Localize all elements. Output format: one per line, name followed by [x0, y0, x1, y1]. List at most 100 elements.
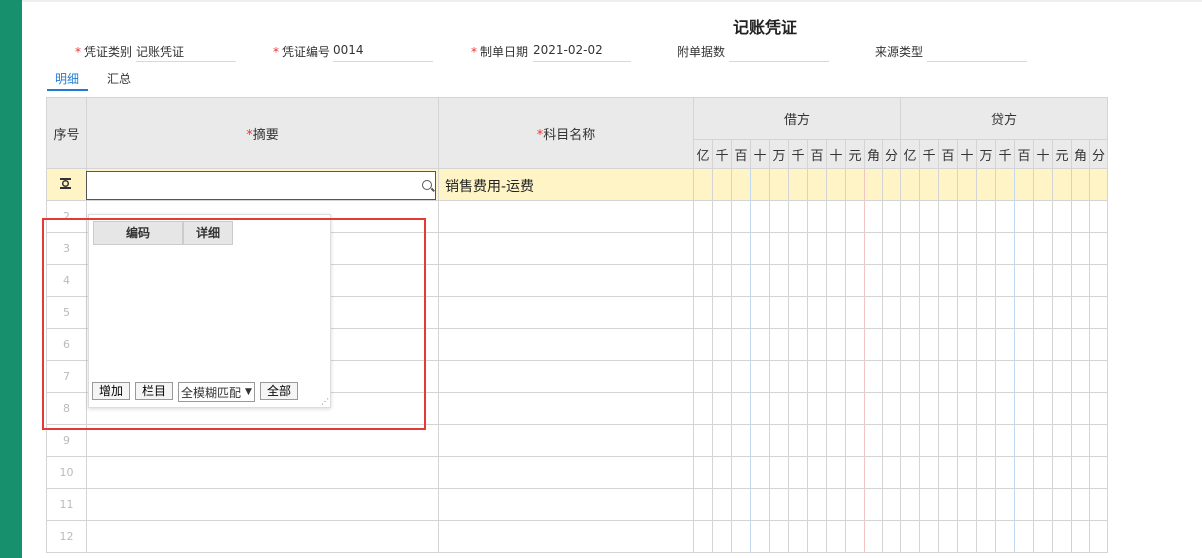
- add-button[interactable]: 增加: [92, 382, 131, 400]
- debit-amount-cell[interactable]: [826, 200, 846, 233]
- popup-col-detail[interactable]: 详细: [183, 221, 233, 245]
- credit-amount-cell[interactable]: [1033, 168, 1053, 201]
- credit-amount-cell[interactable]: [1033, 488, 1053, 521]
- voucher-number-input[interactable]: 0014: [333, 43, 433, 62]
- debit-amount-cell[interactable]: [731, 520, 751, 553]
- voucher-type-input[interactable]: 记账凭证: [136, 43, 236, 62]
- credit-amount-cell[interactable]: [900, 392, 920, 425]
- date-field[interactable]: * 制单日期 2021-02-02: [471, 43, 631, 62]
- credit-amount-cell[interactable]: [919, 264, 939, 297]
- debit-amount-cell[interactable]: [712, 456, 732, 489]
- debit-amount-cell[interactable]: [864, 488, 883, 521]
- credit-amount-cell[interactable]: [995, 328, 1015, 361]
- debit-amount-cell[interactable]: [788, 456, 808, 489]
- credit-amount-cell[interactable]: [1089, 520, 1108, 553]
- debit-amount-cell[interactable]: [807, 360, 827, 393]
- debit-amount-cell[interactable]: [750, 168, 770, 201]
- credit-amount-cell[interactable]: [1033, 232, 1053, 265]
- credit-amount-cell[interactable]: [1071, 200, 1090, 233]
- credit-amount-cell[interactable]: [919, 200, 939, 233]
- debit-amount-cell[interactable]: [826, 520, 846, 553]
- credit-amount-cell[interactable]: [919, 168, 939, 201]
- credit-amount-cell[interactable]: [957, 456, 977, 489]
- debit-amount-cell[interactable]: [882, 232, 901, 265]
- credit-amount-cell[interactable]: [919, 392, 939, 425]
- credit-amount-cell[interactable]: [900, 488, 920, 521]
- debit-amount-cell[interactable]: [845, 264, 865, 297]
- debit-amount-cell[interactable]: [769, 488, 789, 521]
- credit-amount-cell[interactable]: [1089, 456, 1108, 489]
- debit-amount-cell[interactable]: [788, 296, 808, 329]
- subject-value[interactable]: 销售费用-运费: [445, 176, 534, 196]
- credit-amount-cell[interactable]: [1014, 360, 1034, 393]
- table-row[interactable]: 10: [46, 456, 1108, 489]
- credit-amount-cell[interactable]: [1052, 264, 1072, 297]
- credit-amount-cell[interactable]: [1071, 264, 1090, 297]
- debit-amount-cell[interactable]: [826, 328, 846, 361]
- debit-amount-cell[interactable]: [750, 200, 770, 233]
- subject-cell[interactable]: [438, 392, 694, 425]
- credit-amount-cell[interactable]: [1033, 328, 1053, 361]
- credit-amount-cell[interactable]: [1089, 168, 1108, 201]
- debit-amount-cell[interactable]: [864, 456, 883, 489]
- credit-amount-cell[interactable]: [1014, 200, 1034, 233]
- debit-amount-cell[interactable]: [693, 200, 713, 233]
- credit-amount-cell[interactable]: [1052, 424, 1072, 457]
- debit-amount-cell[interactable]: [693, 520, 713, 553]
- debit-amount-cell[interactable]: [807, 456, 827, 489]
- credit-amount-cell[interactable]: [919, 488, 939, 521]
- credit-amount-cell[interactable]: [1033, 360, 1053, 393]
- tab-summary[interactable]: 汇总: [107, 70, 131, 87]
- credit-amount-cell[interactable]: [900, 264, 920, 297]
- credit-amount-cell[interactable]: [1052, 168, 1072, 201]
- credit-amount-cell[interactable]: [919, 456, 939, 489]
- subject-cell[interactable]: [438, 456, 694, 489]
- subject-cell[interactable]: [438, 424, 694, 457]
- debit-amount-cell[interactable]: [731, 488, 751, 521]
- credit-amount-cell[interactable]: [1089, 392, 1108, 425]
- credit-amount-cell[interactable]: [1014, 296, 1034, 329]
- debit-amount-cell[interactable]: [807, 424, 827, 457]
- credit-amount-cell[interactable]: [957, 424, 977, 457]
- debit-amount-cell[interactable]: [769, 392, 789, 425]
- credit-amount-cell[interactable]: [995, 424, 1015, 457]
- credit-amount-cell[interactable]: [1052, 360, 1072, 393]
- attachments-input[interactable]: [729, 43, 829, 62]
- popup-col-code[interactable]: 编码: [93, 221, 183, 245]
- debit-amount-cell[interactable]: [712, 264, 732, 297]
- table-row[interactable]: 12: [46, 520, 1108, 553]
- table-row[interactable]: 9: [46, 424, 1108, 457]
- debit-amount-cell[interactable]: [731, 232, 751, 265]
- match-mode-select[interactable]: 全模糊匹配 ▼: [178, 382, 255, 402]
- debit-amount-cell[interactable]: [769, 360, 789, 393]
- credit-amount-cell[interactable]: [995, 200, 1015, 233]
- credit-amount-cell[interactable]: [957, 488, 977, 521]
- credit-amount-cell[interactable]: [976, 424, 996, 457]
- credit-amount-cell[interactable]: [1033, 392, 1053, 425]
- debit-amount-cell[interactable]: [826, 488, 846, 521]
- debit-amount-cell[interactable]: [826, 232, 846, 265]
- voucher-type-field[interactable]: * 凭证类别 记账凭证: [75, 43, 236, 62]
- debit-amount-cell[interactable]: [864, 328, 883, 361]
- debit-amount-cell[interactable]: [882, 456, 901, 489]
- credit-amount-cell[interactable]: [938, 424, 958, 457]
- debit-amount-cell[interactable]: [807, 264, 827, 297]
- debit-amount-cell[interactable]: [731, 264, 751, 297]
- summary-cell[interactable]: [86, 424, 439, 457]
- credit-amount-cell[interactable]: [957, 168, 977, 201]
- credit-amount-cell[interactable]: [900, 232, 920, 265]
- debit-amount-cell[interactable]: [864, 200, 883, 233]
- debit-amount-cell[interactable]: [882, 488, 901, 521]
- credit-amount-cell[interactable]: [1052, 520, 1072, 553]
- credit-amount-cell[interactable]: [938, 328, 958, 361]
- credit-amount-cell[interactable]: [957, 520, 977, 553]
- credit-amount-cell[interactable]: [995, 488, 1015, 521]
- debit-amount-cell[interactable]: [693, 168, 713, 201]
- debit-amount-cell[interactable]: [788, 392, 808, 425]
- debit-amount-cell[interactable]: [769, 264, 789, 297]
- credit-amount-cell[interactable]: [938, 520, 958, 553]
- debit-amount-cell[interactable]: [864, 264, 883, 297]
- voucher-number-field[interactable]: * 凭证编号 0014: [273, 43, 433, 62]
- credit-amount-cell[interactable]: [976, 264, 996, 297]
- credit-amount-cell[interactable]: [1014, 424, 1034, 457]
